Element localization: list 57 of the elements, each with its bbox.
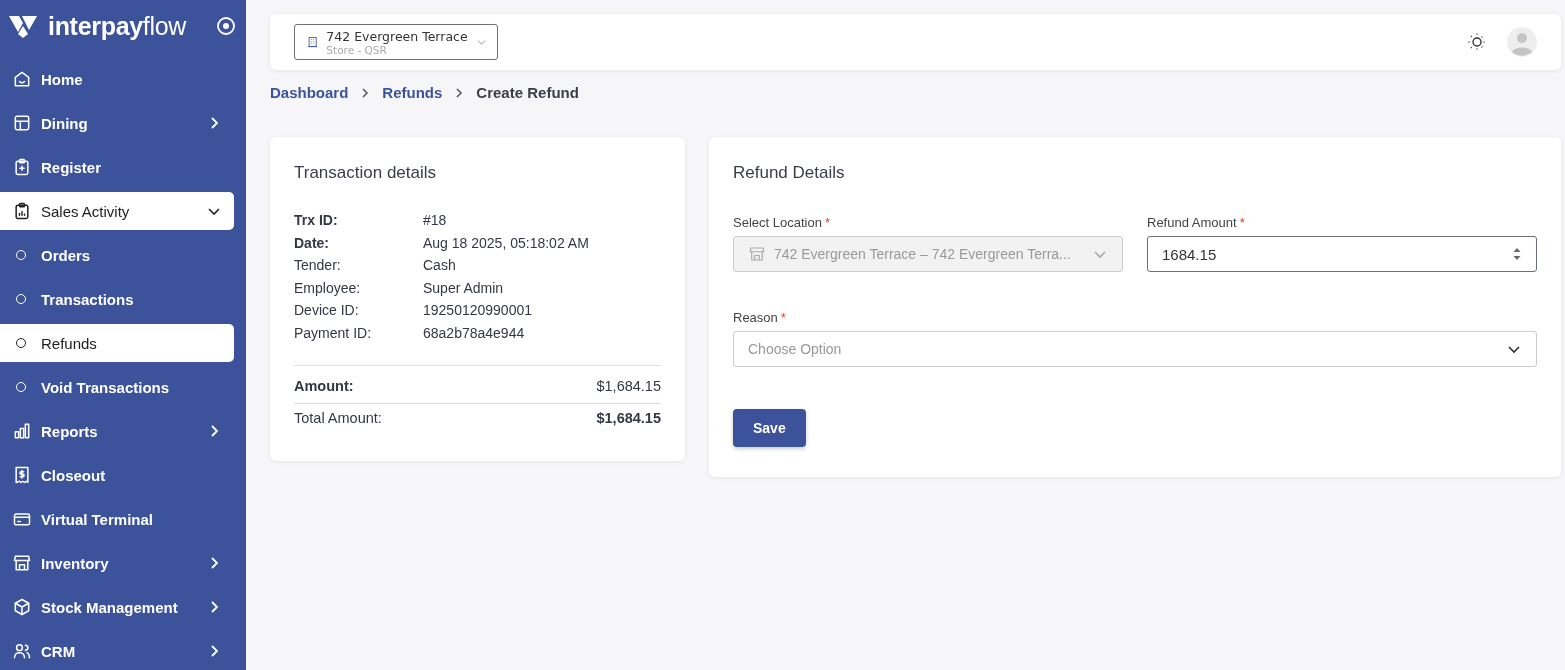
save-button[interactable]: Save (733, 409, 806, 447)
breadcrumb-link[interactable]: Refunds (382, 84, 443, 101)
submenu-item[interactable]: Void Transactions (0, 368, 234, 406)
menu-item[interactable]: Home (0, 60, 234, 98)
menu-item[interactable]: Closeout (0, 456, 234, 494)
nav-icon (12, 597, 32, 617)
logo-icon (8, 13, 38, 39)
menu-item[interactable]: Stock Management (0, 588, 234, 626)
card-title: Refund Details (733, 163, 846, 183)
detail-label: Date: (294, 233, 330, 253)
detail-value: Cash (423, 256, 457, 276)
amount-input[interactable]: 1684.15 (1147, 236, 1537, 272)
chevron-right-icon (454, 86, 465, 99)
sun-icon[interactable] (1467, 32, 1487, 52)
nav-icon (12, 641, 32, 661)
nav-icon (12, 553, 32, 573)
detail-value: 68a2b78a4e944 (423, 323, 526, 343)
card-title: Transaction details (294, 163, 438, 183)
menu-item[interactable]: Reports (0, 412, 234, 450)
submenu-item[interactable]: Refunds (0, 324, 234, 362)
nav-icon (12, 113, 32, 133)
menu-item[interactable]: CRM (0, 632, 234, 670)
total-value: $1,684.15 (596, 409, 661, 426)
detail-label: Employee: (294, 278, 362, 298)
total-label: Total Amount: (294, 409, 382, 426)
menu-item[interactable]: Sales Activity (0, 192, 234, 230)
detail-value: #18 (423, 211, 448, 230)
detail-label: Device ID: (294, 301, 360, 321)
pin-icon[interactable] (216, 16, 236, 36)
submenu-item[interactable]: Transactions (0, 280, 234, 318)
brand-name: interpayflow (48, 11, 188, 41)
detail-value: 19250120990001 (423, 301, 533, 321)
nav-icon (12, 157, 32, 177)
submenu-item[interactable]: Orders (0, 236, 234, 274)
nav-icon (12, 465, 32, 485)
breadcrumb-link[interactable]: Dashboard (270, 84, 349, 101)
store-icon (748, 245, 766, 263)
detail-label: Trx ID: (294, 211, 339, 230)
field-label: Reason * (733, 310, 787, 325)
menu-item[interactable]: Register (0, 148, 234, 186)
nav-icon (12, 69, 32, 89)
detail-label: Payment ID: (294, 323, 373, 343)
menu-item[interactable]: Virtual Terminal (0, 500, 234, 538)
field-label: Select Location * (733, 215, 831, 230)
amount-value: $1,684.15 (596, 377, 661, 394)
amount-label: Amount: (294, 377, 354, 394)
menu-item[interactable]: Dining (0, 104, 234, 142)
field-label: Refund Amount * (1147, 215, 1246, 230)
building-icon (307, 34, 319, 50)
detail-value: Aug 18 2025, 05:18:02 AM (423, 233, 590, 253)
chevron-right-icon (360, 86, 371, 99)
nav-icon (12, 421, 32, 441)
detail-value: Super Admin (423, 278, 505, 298)
nav-icon (12, 201, 32, 221)
detail-label: Tender: (294, 256, 342, 276)
menu-item[interactable]: Inventory (0, 544, 234, 582)
store-selector[interactable]: 742 Evergreen Terrace Store - QSR (294, 24, 498, 60)
